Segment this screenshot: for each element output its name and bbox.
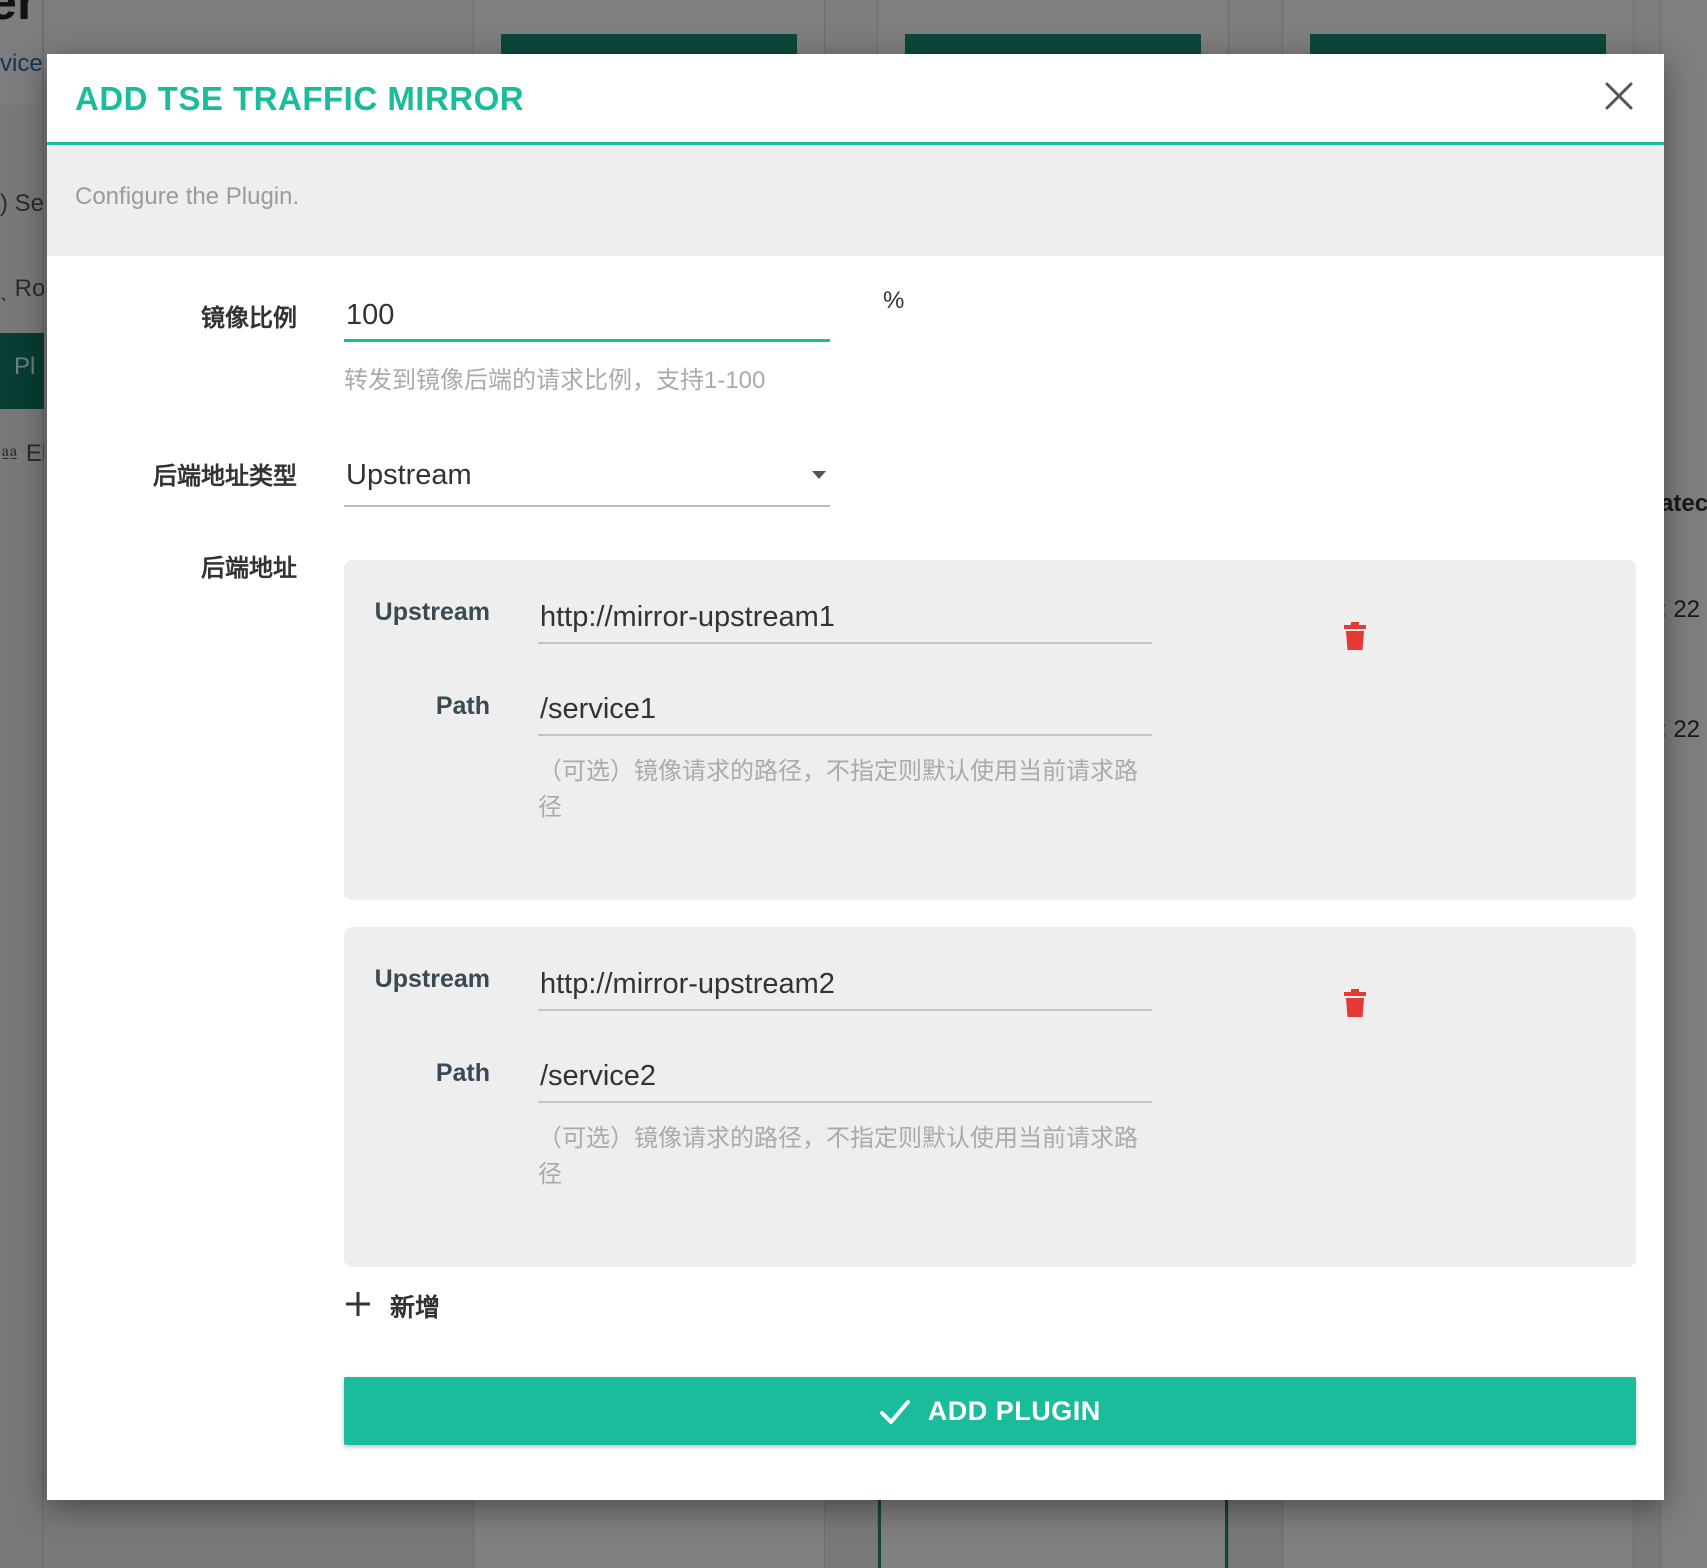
upstream-input[interactable] — [538, 592, 1152, 644]
modal-title: ADD TSE TRAFFIC MIRROR — [75, 80, 525, 117]
upstream-label: Upstream — [374, 965, 490, 993]
path-label: Path — [435, 692, 490, 720]
backend-type-selected-value: Upstream — [346, 459, 472, 491]
delete-entry-button[interactable] — [1344, 989, 1366, 1017]
add-plugin-label: ADD PLUGIN — [927, 1396, 1101, 1426]
backend-type-select[interactable]: Upstream — [344, 449, 830, 507]
delete-entry-button[interactable] — [1344, 622, 1366, 650]
backend-address-label: 后端地址 — [201, 555, 297, 582]
close-button[interactable] — [1597, 74, 1641, 118]
modal-description: Configure the Plugin. — [75, 183, 300, 210]
backend-entry: Upstream Path （可选）镜像请求的路径，不指定则默认使用当前请求路径 — [344, 927, 1636, 1267]
plus-icon — [346, 1292, 370, 1316]
backend-entry: Upstream Path （可选）镜像请求的路径，不指定则默认使用当前请求路径 — [344, 560, 1636, 900]
upstream-input[interactable] — [538, 959, 1152, 1011]
upstream-label: Upstream — [374, 598, 490, 626]
ratio-input[interactable] — [344, 292, 830, 342]
ratio-unit: % — [883, 287, 905, 314]
backend-type-label: 后端地址类型 — [153, 463, 297, 490]
modal-description-bar: Configure the Plugin. — [47, 145, 1664, 256]
path-hint: （可选）镜像请求的路径，不指定则默认使用当前请求路径 — [538, 1125, 1138, 1188]
caret-down-icon — [812, 471, 826, 479]
trash-icon — [1344, 989, 1366, 1017]
path-input[interactable] — [538, 1051, 1152, 1103]
ratio-label: 镜像比例 — [201, 305, 297, 332]
add-plugin-button[interactable]: ADD PLUGIN — [344, 1377, 1636, 1445]
check-icon — [880, 1399, 911, 1424]
ratio-hint: 转发到镜像后端的请求比例，支持1-100 — [344, 367, 766, 394]
add-plugin-modal: ADD TSE TRAFFIC MIRROR Configure the Plu… — [47, 54, 1664, 1500]
modal-header: ADD TSE TRAFFIC MIRROR — [47, 54, 1664, 145]
path-hint: （可选）镜像请求的路径，不指定则默认使用当前请求路径 — [538, 758, 1138, 821]
add-plugin-button-content: ADD PLUGIN — [344, 1396, 1636, 1427]
trash-icon — [1344, 622, 1366, 650]
path-label: Path — [435, 1059, 490, 1087]
path-input[interactable] — [538, 684, 1152, 736]
add-entry-label: 新增 — [390, 1294, 441, 1322]
close-icon — [1605, 82, 1633, 110]
